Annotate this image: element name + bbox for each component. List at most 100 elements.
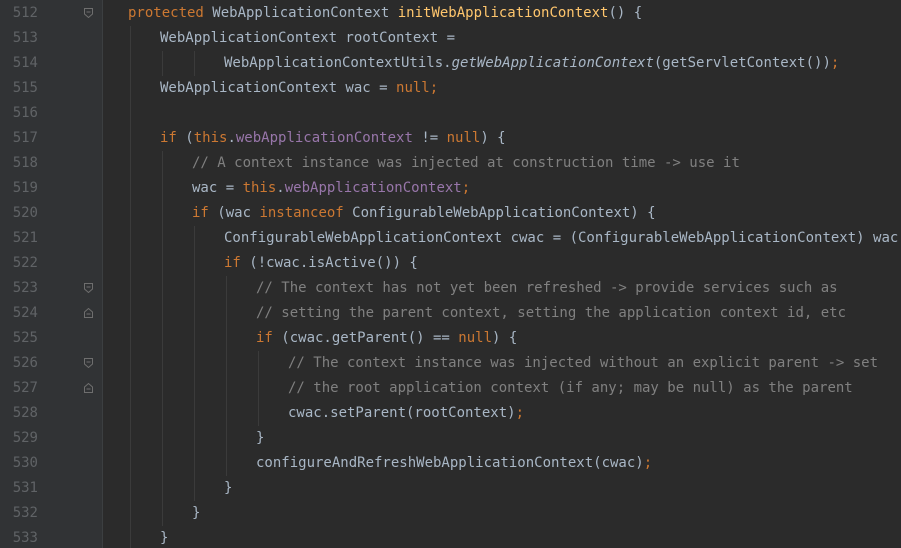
- indent-guide: [194, 326, 195, 351]
- code-token: webApplicationContext: [284, 180, 462, 196]
- line-number: 527: [12, 380, 38, 396]
- code-text[interactable]: wac = this.webApplicationContext;: [192, 176, 470, 201]
- code-line[interactable]: 514 WebApplicationContextUtils.getWebAppl…: [0, 51, 901, 76]
- indent-guide: [226, 401, 227, 426]
- code-text[interactable]: if (cwac.getParent() == null) {: [256, 326, 517, 351]
- line-number: 524: [12, 305, 38, 321]
- code-line[interactable]: 531}: [0, 476, 901, 501]
- indent-guide: [130, 526, 131, 548]
- code-line[interactable]: 517 if (this.webApplicationContext != nul…: [0, 126, 901, 151]
- fold-collapse-icon[interactable]: [84, 8, 93, 18]
- indent-guide: [226, 276, 227, 301]
- code-token: if: [224, 255, 241, 271]
- code-text[interactable]: }: [224, 476, 232, 501]
- code-line[interactable]: 525 if (cwac.getParent() == null) {: [0, 326, 901, 351]
- code-line[interactable]: 521 ConfigurableWebApplicationContext cwa…: [0, 226, 901, 251]
- code-line[interactable]: 524 // setting the parent context, settin…: [0, 301, 901, 326]
- indent-guide: [194, 51, 195, 76]
- indent-guide: [162, 401, 163, 426]
- code-token: WebApplicationContext rootContext =: [160, 30, 456, 46]
- indent-guide: [226, 351, 227, 376]
- code-text[interactable]: configureAndRefreshWebApplicationContext…: [256, 451, 652, 476]
- indent-guide: [130, 76, 131, 101]
- indent-guide: [130, 101, 131, 126]
- code-token: WebApplicationContext: [203, 5, 398, 21]
- indent-guide: [226, 426, 227, 451]
- line-number: 533: [12, 530, 38, 546]
- code-token: // The context has not yet been refreshe…: [256, 280, 838, 296]
- code-line[interactable]: 527 // the root application context (if a…: [0, 376, 901, 401]
- indent-guide: [162, 176, 163, 201]
- code-text[interactable]: WebApplicationContext rootContext =: [160, 26, 455, 51]
- line-number: 529: [12, 430, 38, 446]
- code-token: ) {: [480, 130, 506, 146]
- code-line[interactable]: 513 WebApplicationContext rootContext =: [0, 26, 901, 51]
- code-text[interactable]: // The context instance was injected wit…: [288, 351, 878, 376]
- line-number: 515: [12, 80, 38, 96]
- code-text[interactable]: // the root application context (if any;…: [288, 376, 853, 401]
- line-number: 532: [12, 505, 38, 521]
- code-token: instanceof: [259, 205, 344, 221]
- code-text[interactable]: if (wac instanceof ConfigurableWebApplic…: [192, 201, 656, 226]
- code-line[interactable]: 529}: [0, 426, 901, 451]
- indent-guide: [130, 426, 131, 451]
- code-line[interactable]: 532}: [0, 501, 901, 526]
- fold-expand-icon[interactable]: [84, 383, 93, 393]
- code-token: .: [276, 180, 285, 196]
- code-text[interactable]: if (!cwac.isActive()) {: [224, 251, 418, 276]
- code-text[interactable]: WebApplicationContextUtils.getWebApplica…: [224, 51, 839, 76]
- code-text[interactable]: WebApplicationContext wac = null;: [160, 76, 438, 101]
- code-token: wac =: [192, 180, 243, 196]
- line-number: 525: [12, 330, 38, 346]
- code-token: ;: [429, 80, 439, 96]
- code-text[interactable]: }: [256, 426, 264, 451]
- code-line[interactable]: 519 wac = this.webApplicationContext;: [0, 176, 901, 201]
- code-line[interactable]: 520 if (wac instanceof ConfigurableWebApp…: [0, 201, 901, 226]
- code-text[interactable]: // A context instance was injected at co…: [192, 151, 740, 176]
- code-line[interactable]: 522 if (!cwac.isActive()) {: [0, 251, 901, 276]
- indent-guide: [130, 176, 131, 201]
- code-line[interactable]: 512 protected WebApplicationContext initW…: [0, 1, 901, 26]
- indent-guide: [162, 426, 163, 451]
- code-line[interactable]: 523 // The context has not yet been refre…: [0, 276, 901, 301]
- code-token: initWebApplicationContext: [397, 5, 609, 21]
- code-text[interactable]: // The context has not yet been refreshe…: [256, 276, 838, 301]
- code-text[interactable]: // setting the parent context, setting t…: [256, 301, 846, 326]
- code-token: null: [446, 130, 481, 146]
- indent-guide: [162, 451, 163, 476]
- fold-collapse-icon[interactable]: [84, 358, 93, 368]
- code-text[interactable]: }: [160, 526, 168, 548]
- fold-expand-icon[interactable]: [84, 308, 93, 318]
- code-line[interactable]: 515 WebApplicationContext wac = null;: [0, 76, 901, 101]
- indent-guide: [162, 326, 163, 351]
- code-line[interactable]: 526 // The context instance was injected …: [0, 351, 901, 376]
- code-line[interactable]: 533}: [0, 526, 901, 548]
- fold-collapse-icon[interactable]: [84, 283, 93, 293]
- code-text[interactable]: ConfigurableWebApplicationContext cwac =…: [224, 226, 901, 251]
- code-line[interactable]: 528 cwac.setParent(rootContext);: [0, 401, 901, 426]
- indent-guide: [194, 376, 195, 401]
- indent-guide: [194, 351, 195, 376]
- code-text[interactable]: if (this.webApplicationContext != null) …: [160, 126, 506, 151]
- code-line[interactable]: 518 // A context instance was injected at…: [0, 151, 901, 176]
- code-text[interactable]: protected WebApplicationContext initWebA…: [128, 1, 642, 26]
- code-token: this: [193, 130, 228, 146]
- indent-guide: [130, 51, 131, 76]
- code-text[interactable]: cwac.setParent(rootContext);: [288, 401, 524, 426]
- code-line[interactable]: 530 configureAndRefreshWebApplicationCont…: [0, 451, 901, 476]
- code-token: ConfigurableWebApplicationContext) {: [343, 205, 656, 221]
- indent-guide: [162, 151, 163, 176]
- code-token: }: [160, 530, 169, 546]
- indent-guide: [162, 351, 163, 376]
- indent-guide: [226, 376, 227, 401]
- code-text[interactable]: }: [192, 501, 200, 526]
- code-line[interactable]: 516: [0, 101, 901, 126]
- indent-guide: [258, 401, 259, 426]
- code-token: ) {: [492, 330, 518, 346]
- code-editor[interactable]: 512 protected WebApplicationContext initW…: [0, 0, 901, 548]
- code-token: ConfigurableWebApplicationContext cwac =…: [224, 230, 899, 246]
- code-token: (cwac.getParent() ==: [272, 330, 459, 346]
- code-token: this: [242, 180, 277, 196]
- code-token: null: [396, 80, 430, 96]
- indent-guide: [130, 326, 131, 351]
